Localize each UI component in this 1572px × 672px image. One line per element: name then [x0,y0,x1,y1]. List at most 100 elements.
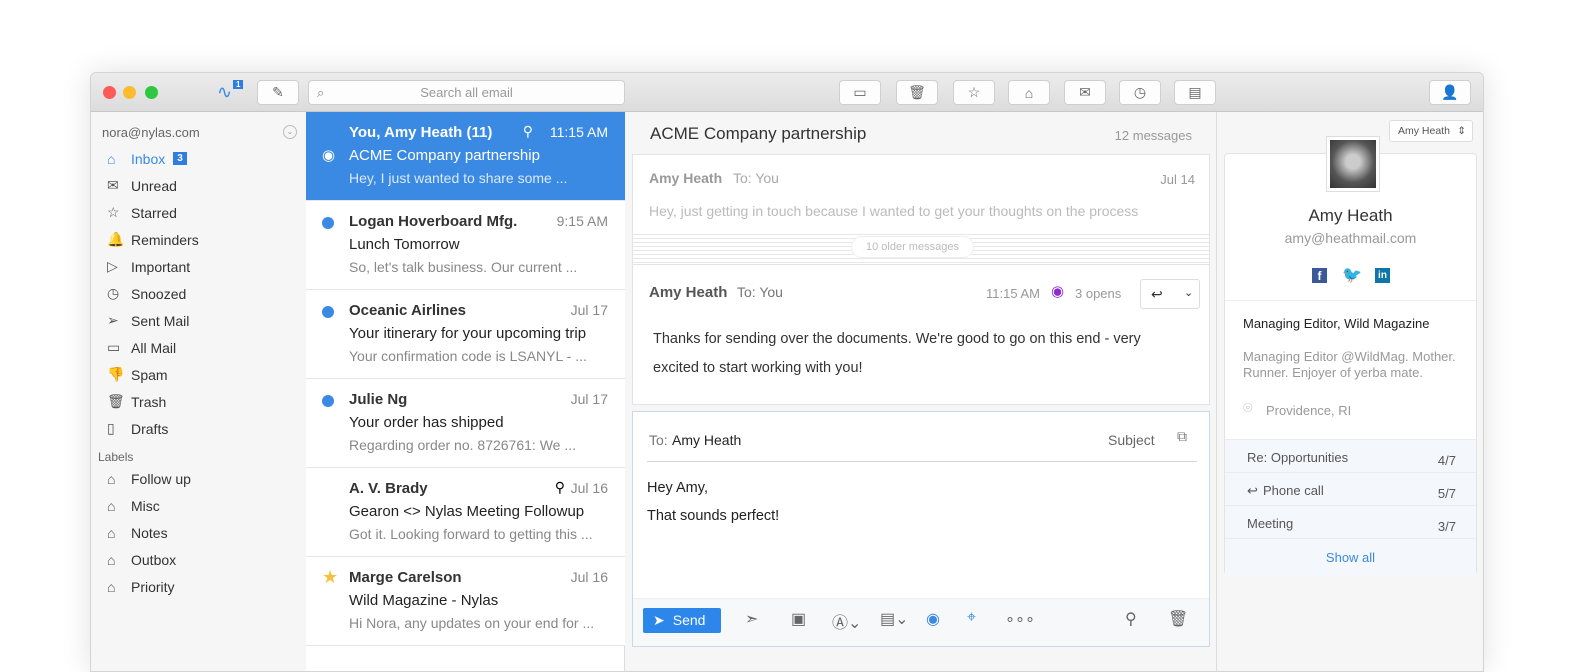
inbox-badge: 3 [173,152,187,165]
subject-toggle[interactable]: Subject [1108,432,1155,448]
sidebar-item-inbox[interactable]: ⌂ Inbox 3 [107,145,187,172]
label-item[interactable]: ⌂ Notes [107,519,168,546]
move-folder-icon: ▤ [1188,84,1202,100]
collapsed-message[interactable]: Amy Heath To: You Jul 14 Hey, just getti… [632,154,1210,265]
calendar-icon[interactable]: ▣ [791,609,806,629]
attachment-icon: ⚲ [554,479,565,495]
move-folder-button[interactable]: ▤ [1174,80,1216,105]
message-list-item[interactable]: Julie Ng Jul 17 Your order has shipped Rega… [306,379,625,468]
sidebar-item-unread[interactable]: ✉ Unread [107,172,177,199]
contact-bio: Managing Editor @WildMag. Mother. Runner… [1243,349,1456,380]
mail-settings-button[interactable]: ✉ [1064,80,1106,105]
sidebar-item-trash[interactable]: 🗑 Trash [107,388,166,415]
folder-icon: ▭ [107,339,121,355]
search-icon: ⌕ [317,85,325,100]
star-icon: ☆ [967,84,981,100]
more-icon[interactable]: ∘∘∘ [1005,609,1035,629]
unread-dot-icon [322,217,334,229]
tag-icon: ⌂ [107,551,116,568]
star-button[interactable]: ☆ [953,80,995,105]
unread-dot-icon [322,306,334,318]
sidebar-item-reminders[interactable]: 🔔 Reminders [107,226,199,253]
label-item[interactable]: ⌂ Outbox [107,546,176,573]
send-button[interactable]: ➤ Send [643,608,721,633]
to-field[interactable]: Amy Heath [672,432,741,448]
label-item[interactable]: ⌂ Priority [107,573,175,600]
message-list-item[interactable]: ◉ You, Amy Heath (11) ⚲ 11:15 AM ACME Compan… [306,112,625,201]
sidebar-item-drafts[interactable]: ▯ Drafts [107,415,168,442]
opens-count[interactable]: 3 opens [1075,286,1121,301]
message-list-item[interactable]: ★ Marge Carelson Jul 16 Wild Magazine - Nyl… [306,557,625,646]
reply-icon: ↩ [1151,286,1163,302]
activity-badge: 1 [233,80,244,89]
search-input[interactable]: ⌕ Search all email [308,80,625,105]
attachment-icon: ⚲ [522,123,533,139]
thread-view: ACME Company partnership 12 messages Amy… [625,112,1216,671]
popout-icon[interactable]: ⧉ [1177,428,1187,445]
twitter-icon[interactable]: 🐦 [1342,265,1362,285]
label-item[interactable]: ⌂ Misc [107,492,160,519]
thread-title: ACME Company partnership [650,124,867,143]
zoom-window-button[interactable] [145,86,158,99]
recipient: To: You [737,284,783,300]
message-list-item[interactable]: Oceanic Airlines Jul 17 Your itinerary for… [306,290,625,379]
chevron-down-icon[interactable]: ⌄ [1184,286,1193,299]
bell-icon: 🔔 [107,231,125,247]
contact-location: Providence, RI [1266,403,1352,418]
contact-email[interactable]: amy@heathmail.com [1225,230,1476,246]
account-button[interactable]: 👤 [1429,80,1471,105]
activity-icon[interactable]: ∿ [217,82,232,103]
mail-window: ∿ 1 ✎ ⌕ Search all email ▭ 🗑 ☆ ⌂ ✉ ◷ ▤ 👤 … [90,72,1484,672]
sidebar-item-snoozed[interactable]: ◷ Snoozed [107,280,186,307]
older-messages-button[interactable]: 10 older messages [851,236,974,258]
link-tracking-icon[interactable]: ⌖ [967,609,976,627]
tag-icon: ⌂ [1024,84,1034,101]
contact-selector[interactable]: Amy Heath ⇕ [1389,120,1473,142]
discard-icon[interactable]: 🗑 [1168,609,1188,629]
message-body: Thanks for sending over the documents. W… [653,331,1141,376]
open-tracking-icon[interactable]: ◉ [926,609,940,629]
archive-icon: ▭ [853,84,867,100]
unread-dot-icon [322,395,334,407]
reply-button[interactable]: ↩ ⌄ [1140,279,1200,309]
divider [1225,300,1476,301]
mail-settings-icon: ✉ [1079,84,1091,100]
trash-icon: 🗑 [107,393,125,409]
avatar [1326,136,1380,192]
sidebar-item-sent-mail[interactable]: ➢ Sent Mail [107,307,189,334]
sidebar-item-important[interactable]: ▷ Important [107,253,190,280]
message-list-item[interactable]: Logan Hoverboard Mfg. 9:15 AM Lunch Tomorr… [306,201,625,290]
compose-body[interactable]: Hey Amy, That sounds perfect! [647,474,1197,584]
linkedin-icon[interactable]: in [1375,268,1390,283]
show-all-link[interactable]: Show all [1225,538,1476,576]
inbox-icon: ⌂ [107,150,116,167]
star-icon[interactable]: ★ [322,567,338,588]
templates-icon[interactable]: ▤⌄ [880,609,909,629]
label-item[interactable]: ⌂ Follow up [107,465,191,492]
recipient: To: You [733,170,779,186]
close-window-button[interactable] [103,86,116,99]
archive-button[interactable]: ▭ [839,80,881,105]
translate-icon[interactable]: Ⓐ⌄ [832,609,861,633]
sidebar-item-spam[interactable]: 👎 Spam [107,361,168,388]
related-thread[interactable]: Meeting 3/7 [1225,505,1476,538]
message-list-item[interactable]: A. V. Brady ⚲ Jul 16 Gearon <> Nylas Meetin… [306,468,625,557]
tag-button[interactable]: ⌂ [1008,80,1050,105]
attach-icon[interactable]: ⚲ [1125,609,1137,629]
related-thread[interactable]: ↩ Phone call 5/7 [1225,472,1476,505]
person-icon: 👤 [1441,84,1459,100]
reply-icon: ↩ [1247,483,1258,498]
trash-icon: 🗑 [908,84,926,100]
account-dropdown-icon[interactable]: ⌄ [283,125,297,139]
compose-button[interactable]: ✎ [257,80,299,105]
snooze-button[interactable]: ◷ [1119,80,1161,105]
sidebar-item-all-mail[interactable]: ▭ All Mail [107,334,176,361]
facebook-icon[interactable]: f [1312,268,1327,283]
labels-heading: Labels [98,450,134,464]
send-later-icon[interactable]: ➣ [745,609,758,629]
eye-icon: ◉ [322,147,336,164]
related-thread[interactable]: Re: Opportunities 4/7 [1225,439,1476,472]
minimize-window-button[interactable] [123,86,136,99]
trash-button[interactable]: 🗑 [896,80,938,105]
sidebar-item-starred[interactable]: ☆ Starred [107,199,177,226]
